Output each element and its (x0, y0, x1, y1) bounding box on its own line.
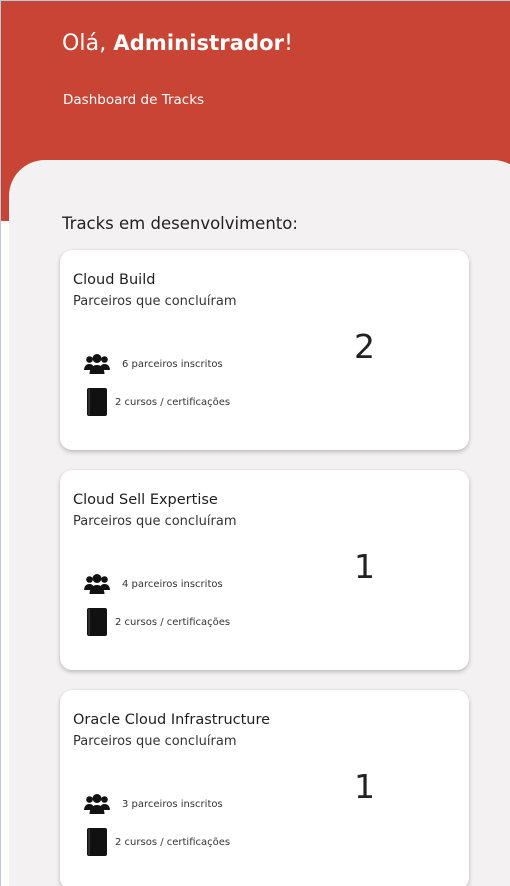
track-title: Cloud Build (73, 272, 156, 288)
completed-count: 1 (354, 547, 375, 586)
users-icon (84, 354, 110, 374)
enrolled-text: 4 parceiros inscritos (122, 578, 223, 590)
enrolled-row: 3 parceiros inscritos (84, 791, 223, 817)
track-card-oracle-cloud-infrastructure[interactable]: Oracle Cloud Infrastructure Parceiros qu… (60, 690, 469, 886)
greeting-prefix: Olá, (62, 31, 114, 56)
courses-row: 2 cursos / certificações (84, 608, 231, 636)
page-subtitle: Dashboard de Tracks (63, 92, 205, 108)
section-title: Tracks em desenvolvimento: (62, 214, 298, 233)
enrolled-text: 3 parceiros inscritos (122, 798, 223, 810)
app-screen: Olá, Administrador! Dashboard de Tracks … (0, 0, 510, 886)
track-title: Oracle Cloud Infrastructure (73, 712, 271, 728)
completed-count: 2 (354, 327, 375, 366)
user-name: Administrador (113, 31, 285, 55)
track-card-cloud-build[interactable]: Cloud Build Parceiros que concluíram 2 6… (60, 250, 469, 450)
book-icon (87, 388, 107, 416)
courses-text: 2 cursos / certificações (115, 396, 231, 408)
users-icon (84, 794, 110, 814)
enrolled-row: 4 parceiros inscritos (84, 571, 223, 597)
courses-text: 2 cursos / certificações (115, 836, 231, 848)
track-card-cloud-sell-expertise[interactable]: Cloud Sell Expertise Parceiros que concl… (60, 470, 469, 670)
track-subtitle: Parceiros que concluíram (73, 514, 237, 529)
track-subtitle: Parceiros que concluíram (73, 294, 237, 309)
greeting-suffix: ! (284, 31, 294, 56)
users-icon (84, 574, 110, 594)
courses-row: 2 cursos / certificações (84, 828, 231, 856)
book-icon (87, 828, 107, 856)
track-subtitle: Parceiros que concluíram (73, 734, 237, 749)
greeting: Olá, Administrador! (62, 31, 293, 56)
completed-count: 1 (354, 767, 375, 806)
enrolled-text: 6 parceiros inscritos (122, 358, 223, 370)
enrolled-row: 6 parceiros inscritos (84, 351, 223, 377)
track-title: Cloud Sell Expertise (73, 492, 218, 508)
book-icon (87, 608, 107, 636)
courses-row: 2 cursos / certificações (84, 388, 231, 416)
courses-text: 2 cursos / certificações (115, 616, 231, 628)
